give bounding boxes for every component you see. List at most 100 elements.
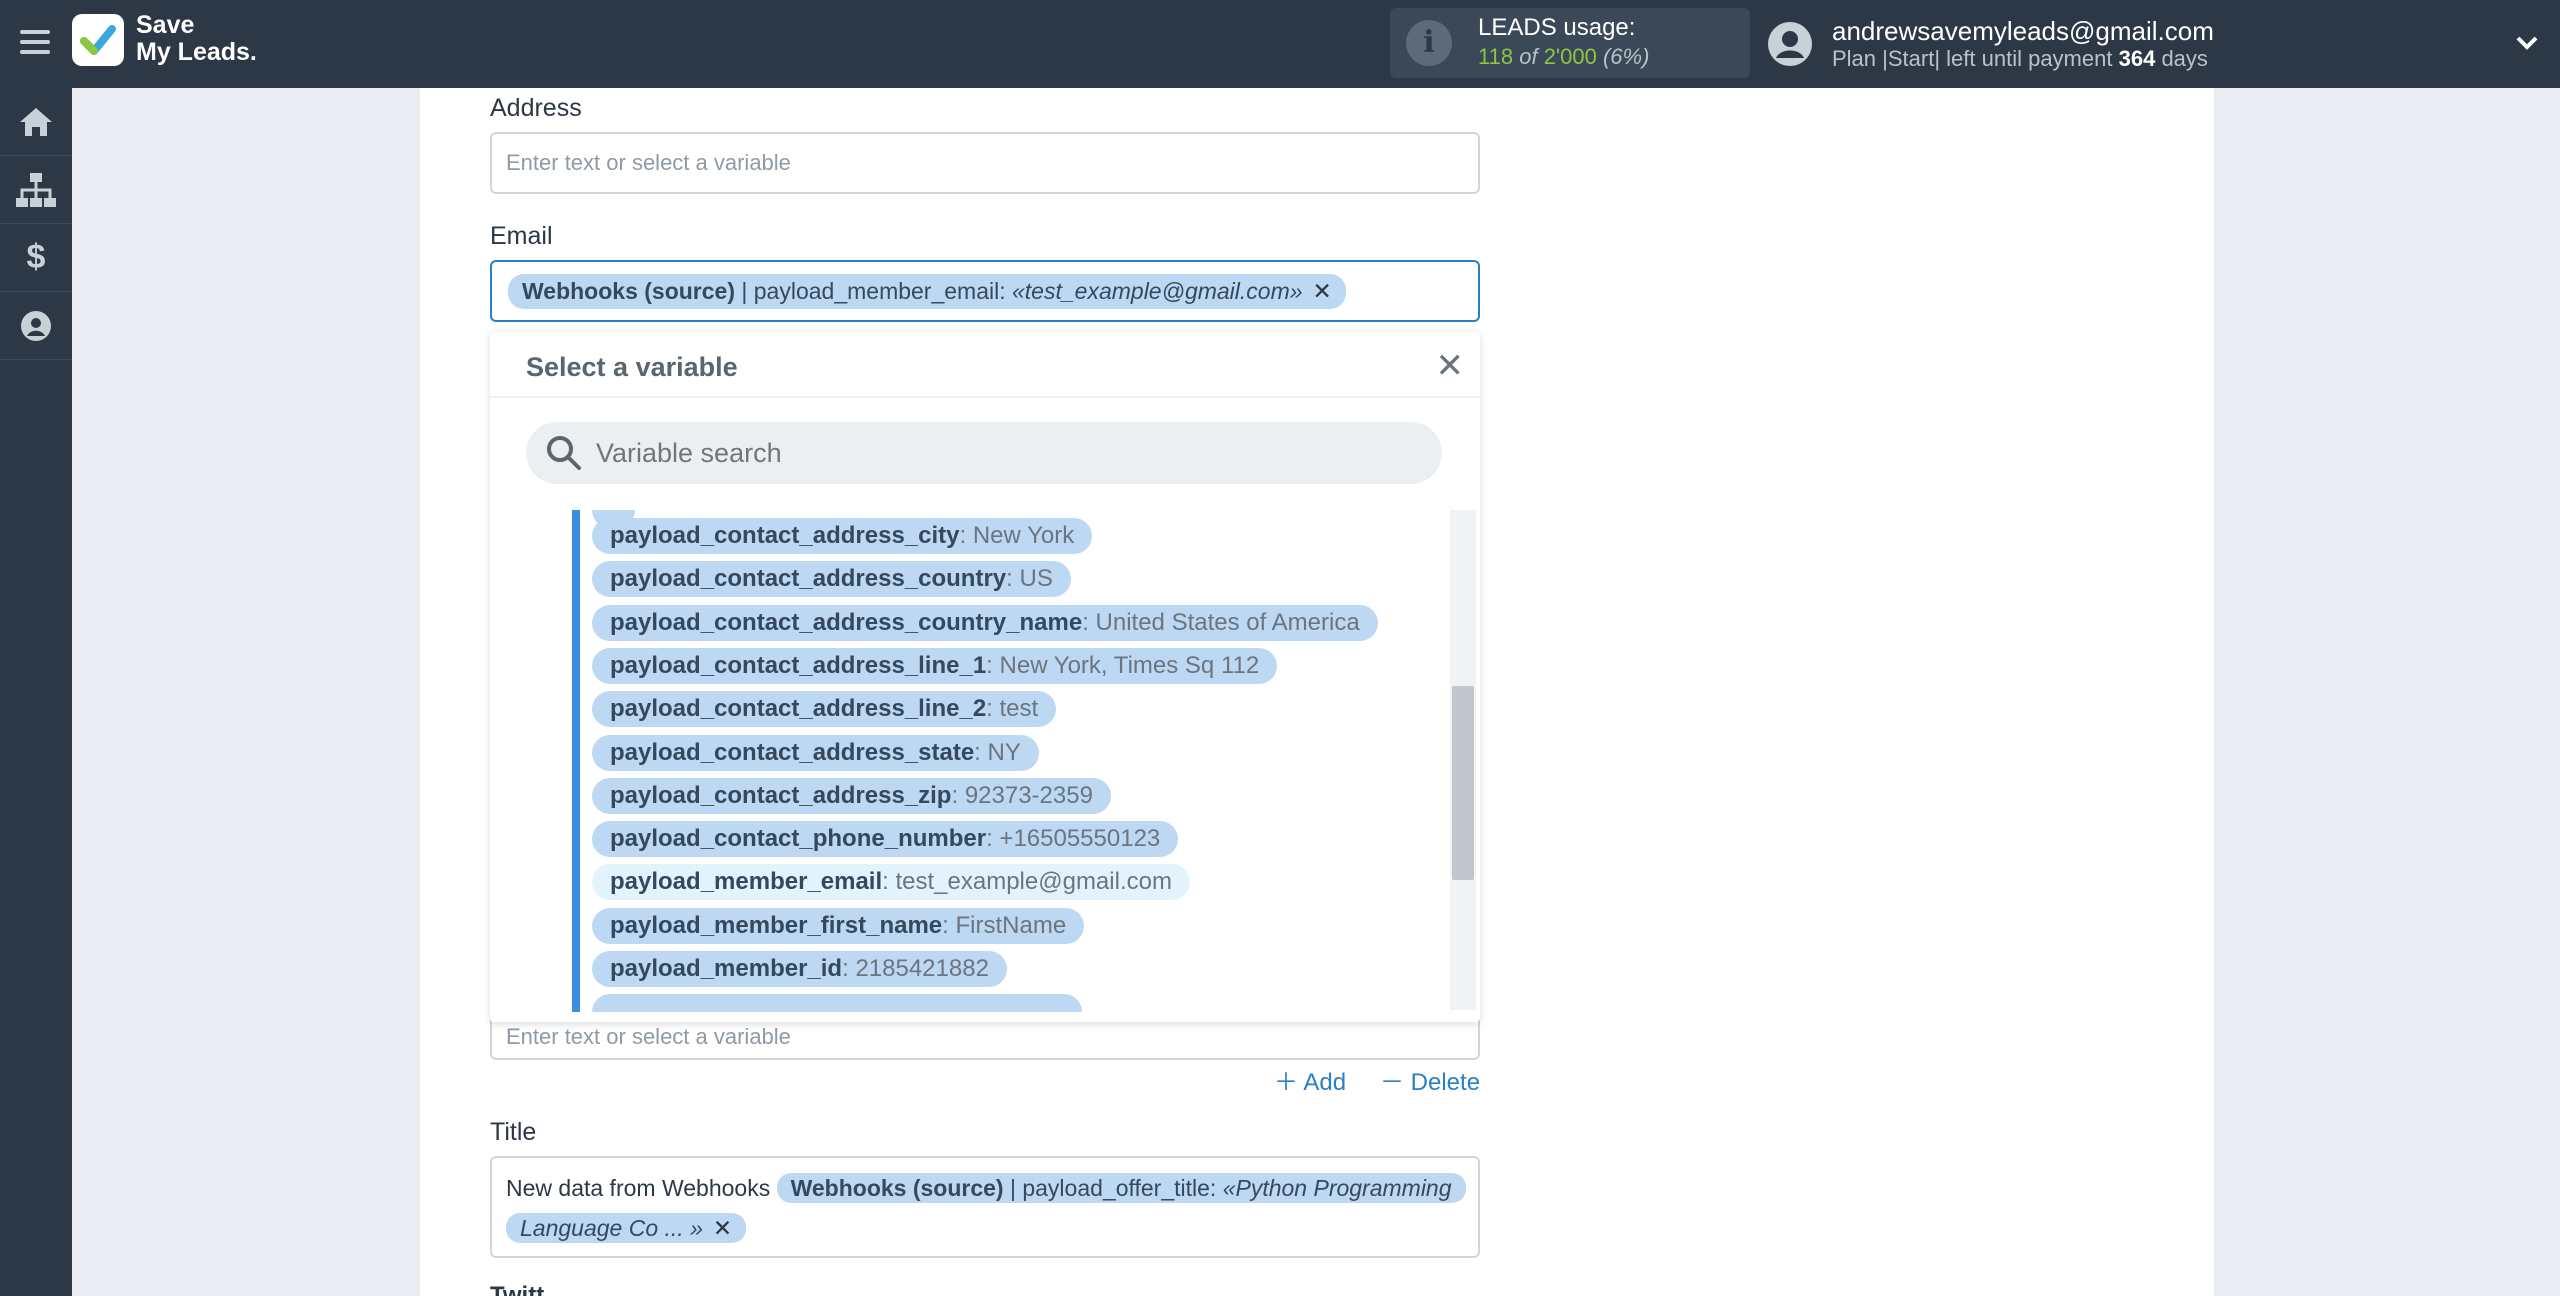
variable-item[interactable]: payload_contact_phone_number: +165055501…	[592, 821, 1179, 858]
email-tag-source: Webhooks (source)	[522, 277, 735, 304]
variable-separator: :	[959, 522, 973, 549]
dropdown-divider	[490, 396, 1480, 398]
variable-separator: :	[951, 781, 965, 809]
minus-icon: －	[1380, 1069, 1404, 1096]
usage-label: LEADS usage:	[1478, 14, 1636, 41]
variable-separator: :	[986, 825, 1000, 853]
search-icon	[547, 436, 581, 470]
logo-text[interactable]: Save My Leads.	[136, 12, 257, 66]
next-field-label: Twitt	[490, 1282, 545, 1296]
title-label: Title	[490, 1118, 537, 1146]
variable-item[interactable]: payload_contact_address_state: NY	[592, 734, 1039, 771]
variable-item[interactable]: payload_member_first_name: FirstName	[592, 907, 1085, 944]
dropdown-title: Select a variable	[526, 352, 738, 382]
logo-line-2: My Leads.	[136, 38, 257, 66]
variable-separator: :	[986, 651, 1000, 679]
plan-suffix: days	[2161, 46, 2208, 71]
phone-placeholder: Enter text or select a variable	[506, 1024, 791, 1049]
variable-separator: :	[974, 738, 988, 766]
variable-item[interactable]: payload_contact_address_city: New York	[592, 518, 1093, 554]
usage-of: of	[1519, 44, 1538, 69]
plus-icon: ＋	[1274, 1069, 1298, 1096]
plan-prefix: Plan |Start| left until payment	[1832, 46, 2113, 71]
variable-dropdown: Select a variable ✕ payload_contact_addr…	[490, 332, 1480, 1022]
usage-used: 118	[1478, 44, 1514, 69]
variable-item[interactable]: payload_member_id: 2185421882	[592, 951, 1007, 987]
chevron-down-icon[interactable]	[2512, 28, 2542, 58]
user-email[interactable]: andrewsavemyleads@gmail.com	[1832, 16, 2214, 47]
variable-item[interactable]: payload_contact_address_line_2: test	[592, 691, 1057, 728]
variable-item[interactable]: payload_contact_address_country_name: Un…	[592, 604, 1378, 641]
variable-search[interactable]	[526, 422, 1442, 484]
variable-item[interactable]: payload_contact_address_country: US	[592, 561, 1071, 598]
variable-separator: :	[986, 695, 1000, 723]
variable-value: New York	[972, 522, 1075, 549]
top-bar: Save My Leads. i LEADS usage: 118 of 2'0…	[0, 0, 2560, 88]
variable-separator: :	[842, 955, 856, 982]
dropdown-scroll-thumb[interactable]	[1452, 686, 1474, 880]
plan-days: 364	[2118, 46, 2156, 71]
address-input[interactable]: Enter text or select a variable	[490, 132, 1480, 194]
logo-line-1: Save	[136, 11, 195, 39]
title-static-text: New data from Webhooks	[506, 1175, 771, 1201]
usage-total: 2'000	[1543, 44, 1597, 69]
variable-value: United States of America	[1095, 608, 1360, 636]
email-tag-value: «test_example@gmail.com»	[1012, 277, 1303, 304]
variable-value: US	[1019, 565, 1053, 593]
address-label: Address	[490, 94, 582, 122]
variable-separator: :	[882, 868, 896, 896]
delete-label: Delete	[1410, 1069, 1481, 1096]
sidebar: $	[0, 88, 72, 1296]
email-input[interactable]: Webhooks (source) | payload_member_email…	[490, 260, 1480, 322]
variable-item[interactable]: payload_member_email: test_example@gmail…	[592, 864, 1190, 901]
close-icon[interactable]: ✕	[1436, 346, 1465, 386]
variable-item-partial-bottom[interactable]	[592, 994, 1082, 1012]
email-variable-tag[interactable]: Webhooks (source) | payload_member_email…	[508, 273, 1346, 309]
sidebar-item-home[interactable]	[0, 88, 72, 156]
title-tag-field: | payload_offer_title:	[1003, 1175, 1223, 1201]
home-icon	[20, 107, 52, 136]
variable-name: payload_contact_address_country_name	[610, 608, 1083, 636]
remove-tag-icon[interactable]: ✕	[713, 1215, 732, 1241]
variable-name: payload_contact_address_line_2	[610, 695, 987, 723]
variable-item[interactable]: payload_contact_address_zip: 92373-2359	[592, 777, 1111, 814]
variable-separator: :	[942, 911, 956, 939]
variable-value: FirstName	[955, 911, 1067, 939]
add-label: Add	[1303, 1069, 1347, 1096]
variable-value: New York, Times Sq 112	[999, 651, 1260, 679]
variable-value: 2185421882	[855, 955, 989, 982]
variable-name: payload_member_email	[610, 868, 883, 896]
variable-value: test_example@gmail.com	[895, 868, 1172, 896]
variable-separator: :	[1082, 608, 1096, 636]
variable-name: payload_member_id	[610, 955, 843, 982]
address-placeholder: Enter text or select a variable	[506, 150, 791, 175]
remove-tag-icon[interactable]: ✕	[1313, 278, 1332, 305]
user-avatar-icon[interactable]	[1766, 20, 1814, 68]
title-input[interactable]: New data from Webhooks Webhooks (source)…	[490, 1156, 1480, 1258]
user-plan: Plan |Start| left until payment 364 days	[1832, 46, 2208, 72]
dollar-icon: $	[26, 238, 46, 276]
sidebar-item-connections[interactable]	[0, 156, 72, 224]
variable-name: payload_contact_address_line_1	[610, 651, 987, 679]
variable-name: payload_member_first_name	[610, 911, 943, 939]
variable-search-input[interactable]	[596, 437, 1376, 469]
sidebar-item-billing[interactable]: $	[0, 224, 72, 292]
user-icon	[21, 310, 51, 341]
variable-name: payload_contact_address_country	[610, 565, 1007, 593]
variable-item[interactable]: payload_contact_address_line_1: New York…	[592, 647, 1278, 684]
logo-icon[interactable]	[72, 14, 124, 66]
variable-value: NY	[987, 738, 1021, 766]
variable-value: +16505550123	[999, 825, 1161, 853]
variable-name: payload_contact_address_zip	[610, 781, 952, 809]
sidebar-item-account[interactable]	[0, 292, 72, 360]
variable-list[interactable]: payload_contact_address_city: New York pa…	[572, 510, 1442, 1012]
delete-button[interactable]: － Delete	[1380, 1062, 1480, 1097]
usage-value: 118 of 2'000 (6%)	[1478, 44, 1649, 70]
variable-name: payload_contact_address_city	[610, 522, 960, 549]
info-icon: i	[1406, 20, 1452, 66]
email-label: Email	[490, 222, 553, 250]
variable-separator: :	[1006, 565, 1020, 593]
add-button[interactable]: ＋ Add	[1274, 1062, 1346, 1097]
sitemap-icon	[16, 172, 56, 207]
menu-icon[interactable]	[20, 24, 52, 64]
